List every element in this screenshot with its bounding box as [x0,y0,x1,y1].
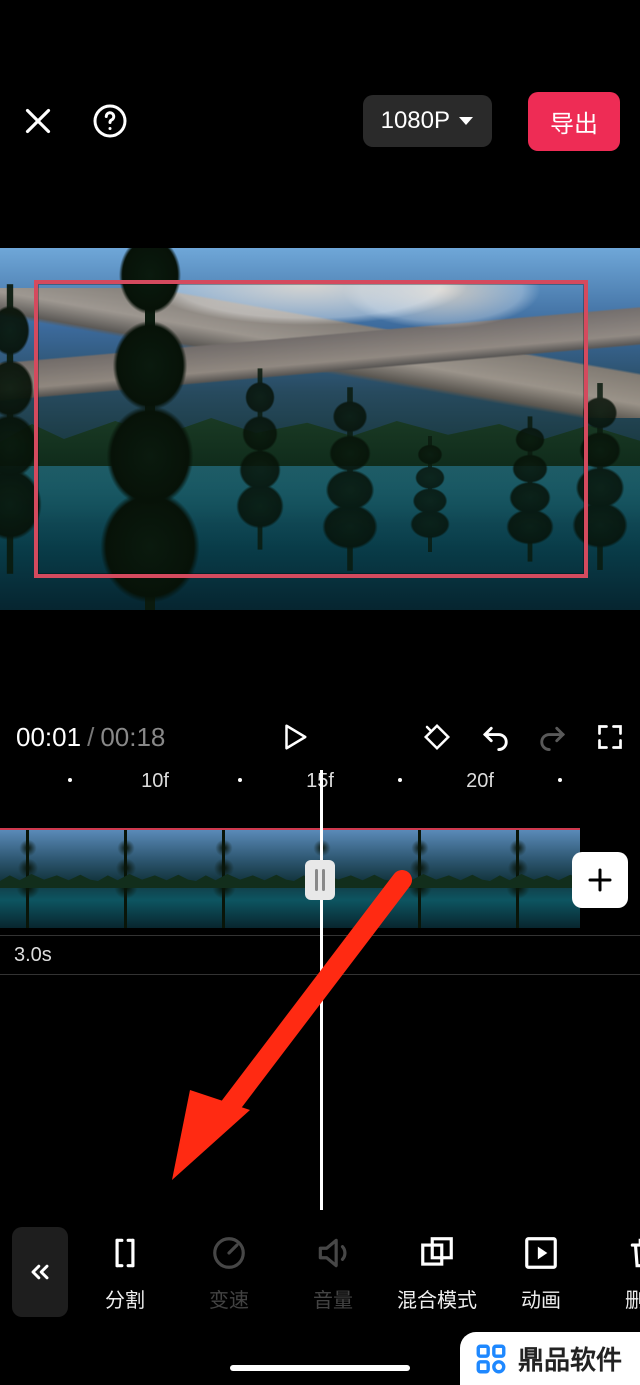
chevron-down-icon [458,115,474,127]
playhead[interactable] [320,770,323,1210]
split-icon [106,1234,144,1272]
clip-thumbnail[interactable] [98,830,196,928]
toolbar-back-button[interactable] [12,1227,68,1317]
fullscreen-button[interactable] [596,723,624,751]
animation-icon [522,1234,560,1272]
time-display: 00:01/00:18 [16,722,165,753]
play-button[interactable] [279,720,309,754]
clip-thumbnail[interactable] [392,830,490,928]
tool-label: 删除 [625,1284,640,1313]
tool-split[interactable]: 分割 [78,1232,172,1313]
blend-icon [418,1234,456,1272]
export-button[interactable]: 导出 [528,92,620,151]
delete-icon [626,1234,640,1272]
export-label: 导出 [550,111,598,138]
tool-blend[interactable]: 混合模式 [390,1232,484,1313]
timeline-track[interactable] [0,828,580,928]
overlay-duration: 3.0s [14,944,52,967]
ruler-mark: 10f [141,770,169,793]
tool-label: 动画 [521,1284,561,1313]
chevrons-left-icon [26,1258,54,1286]
resolution-selector[interactable]: 1080P [363,95,492,147]
watermark-text: 鼎品软件 [518,1340,622,1377]
plus-icon [585,865,615,895]
ruler-mark: 20f [466,770,494,793]
tool-speed: 变速 [182,1232,276,1313]
keyframe-button[interactable] [422,722,452,752]
undo-button[interactable] [480,722,510,752]
tool-volume: 音量 [286,1232,380,1313]
clip-thumbnail[interactable] [490,830,580,928]
total-time: 00:18 [100,722,165,752]
watermark: 鼎品软件 [460,1332,640,1385]
tool-label: 分割 [105,1284,145,1313]
redo-button[interactable] [538,722,568,752]
tool-animation[interactable]: 动画 [494,1232,588,1313]
resolution-label: 1080P [381,107,450,135]
speed-icon [210,1234,248,1272]
bottom-toolbar: 分割 变速 音量 混合模式 动画 删除 [0,1217,640,1327]
clip-thumbnail[interactable] [196,830,294,928]
tool-delete[interactable]: 删除 [598,1232,640,1313]
tool-label: 变速 [209,1284,249,1313]
clip-thumbnail[interactable] [0,830,98,928]
help-button[interactable] [92,103,128,139]
volume-icon [314,1234,352,1272]
playback-bar: 00:01/00:18 [0,712,640,762]
transition-handle[interactable] [305,860,335,900]
add-clip-button[interactable] [572,852,628,908]
close-button[interactable] [20,103,56,139]
video-preview[interactable] [0,248,640,610]
current-time: 00:01 [16,722,81,752]
tool-label: 混合模式 [397,1284,477,1313]
watermark-icon [474,1342,508,1376]
crop-frame[interactable] [34,280,588,578]
tool-label: 音量 [313,1284,353,1313]
home-indicator [230,1365,410,1371]
